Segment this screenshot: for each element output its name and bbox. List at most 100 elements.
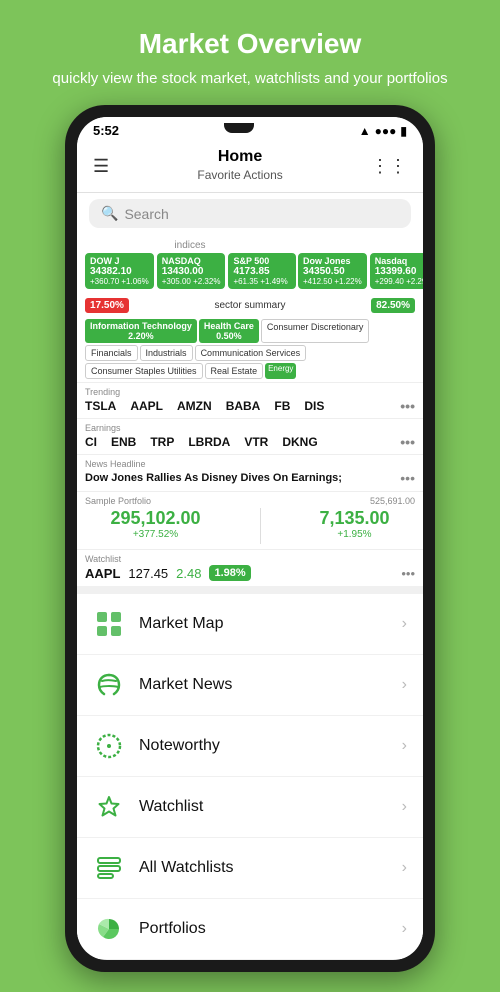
search-input[interactable]: 🔍 Search (89, 199, 411, 228)
news-more-dots[interactable]: ••• (400, 470, 415, 486)
trend-tsla[interactable]: TSLA (85, 399, 116, 413)
status-bar: 5:52 ▲ ●●● ▮ (77, 117, 423, 142)
chip-ind[interactable]: Industrials (140, 345, 193, 361)
menu-chevron-noteworthy: › (402, 737, 407, 755)
all-watchlists-icon (93, 852, 125, 884)
menu-item-market-map[interactable]: Market Map › (77, 594, 423, 654)
chip-fin[interactable]: Financials (85, 345, 138, 361)
battery-icon: ▮ (400, 124, 407, 138)
portfolio-val1: 295,102.00 +377.52% (110, 508, 200, 540)
chip-it-label: Information Technology (90, 321, 192, 331)
chip-energy[interactable]: Energy (265, 363, 296, 379)
chip-it[interactable]: Information Technology 2.20% (85, 319, 197, 343)
search-bar: 🔍 Search (77, 193, 423, 236)
chip-comm[interactable]: Communication Services (195, 345, 307, 361)
nav-right-icon[interactable]: ⋮⋮ (371, 156, 407, 177)
earn-dkng[interactable]: DKNG (282, 435, 317, 449)
fut-val-nasdaq: 13399.60 (375, 266, 423, 277)
chip-csu[interactable]: Consumer Staples Utilities (85, 363, 203, 379)
index-nasdaq[interactable]: NASDAQ 13430.00 +305.00 +2.32% (157, 253, 226, 289)
idx-chg-sp500: +61.35 +1.49% (233, 277, 291, 286)
trend-dis[interactable]: DIS (304, 399, 324, 413)
menu-item-portfolios[interactable]: Portfolios › (77, 899, 423, 959)
page-header: Market Overview quickly view the stock m… (32, 0, 467, 105)
port-sub2: +1.95% (337, 529, 371, 540)
earnings-row: CI ENB TRP LBRDA VTR DKNG ••• (85, 434, 415, 450)
trending-label: Trending (85, 387, 415, 397)
earn-lbrda[interactable]: LBRDA (188, 435, 230, 449)
earn-trp[interactable]: TRP (150, 435, 174, 449)
menu-chevron-portfolios: › (402, 920, 407, 938)
idx-name-sp500: S&P 500 (233, 256, 291, 266)
menu-item-all-watchlists[interactable]: All Watchlists › (77, 838, 423, 898)
idx-name-dow: DOW J (90, 256, 149, 266)
watchlist-icon (93, 791, 125, 823)
idx-val-dow: 34382.10 (90, 266, 149, 277)
menu-item-watchlist[interactable]: Watchlist › (77, 777, 423, 837)
future-nasdaq[interactable]: Nasdaq 13399.60 +299.40 +2.29% (370, 253, 423, 289)
watchlist-label: Watchlist (85, 554, 415, 564)
wl-more-dots[interactable]: ••• (401, 566, 415, 581)
menu-item-market-news[interactable]: Market News › (77, 655, 423, 715)
idx-chg-dow: +360.70 +1.06% (90, 277, 149, 286)
sector-bar: 17.50% sector summary 82.50% (77, 295, 423, 316)
indices-futures-row: indices DOW J 34382.10 +360.70 +1.06% NA… (85, 240, 415, 289)
indices-section: indices DOW J 34382.10 +360.70 +1.06% NA… (77, 236, 423, 295)
nav-left-icon[interactable]: ☰ (93, 156, 109, 177)
trend-aapl[interactable]: AAPL (130, 399, 163, 413)
earnings-label: Earnings (85, 423, 415, 433)
menu-label-portfolios: Portfolios (139, 920, 402, 938)
menu-section: Market Map › Market News › (77, 586, 423, 959)
earn-enb[interactable]: ENB (111, 435, 136, 449)
news-row: Dow Jones Rallies As Disney Dives On Ear… (85, 470, 415, 486)
wl-symbol[interactable]: AAPL (85, 566, 120, 581)
wl-change: 2.48 (176, 566, 201, 581)
status-time: 5:52 (93, 123, 119, 138)
earnings-more-dots[interactable]: ••• (400, 434, 415, 450)
market-map-icon (93, 608, 125, 640)
watchlist-section: Watchlist AAPL 127.45 2.48 1.98% ••• (77, 549, 423, 586)
chip-it-value: 2.20% (128, 331, 154, 341)
wl-pct-badge: 1.98% (209, 565, 250, 581)
nav-title: Home Favorite Actions (109, 148, 371, 184)
search-placeholder: Search (124, 206, 168, 222)
trend-amzn[interactable]: AMZN (177, 399, 212, 413)
future-dj[interactable]: Dow Jones 34350.50 +412.50 +1.22% (298, 253, 367, 289)
page-title: Market Overview (52, 28, 447, 60)
page-subtitle: quickly view the stock market, watchlist… (52, 68, 447, 89)
portfolio-header: Sample Portfolio 525,691.00 (85, 496, 415, 506)
fut-val-dj: 34350.50 (303, 266, 362, 277)
trend-fb[interactable]: FB (274, 399, 290, 413)
fut-chg-dj: +412.50 +1.22% (303, 277, 362, 286)
menu-label-watchlist: Watchlist (139, 798, 402, 816)
port-divider (260, 508, 261, 544)
menu-item-noteworthy[interactable]: Noteworthy › (77, 716, 423, 776)
trending-more-dots[interactable]: ••• (400, 398, 415, 414)
idx-chg-nasdaq: +305.00 +2.32% (162, 277, 221, 286)
menu-chevron-watchlist: › (402, 798, 407, 816)
earn-ci[interactable]: CI (85, 435, 97, 449)
chip-cd[interactable]: Consumer Discretionary (261, 319, 370, 343)
sector-chips: Information Technology 2.20% Health Care… (77, 316, 423, 382)
signal-icon: ●●● (375, 124, 397, 138)
market-news-icon (93, 669, 125, 701)
fut-chg-nasdaq: +299.40 +2.29% (375, 277, 423, 286)
menu-chevron-all-watchlists: › (402, 859, 407, 877)
index-sp500[interactable]: S&P 500 4173.85 +61.35 +1.49% (228, 253, 296, 289)
earn-vtr[interactable]: VTR (244, 435, 268, 449)
trending-section: Trending TSLA AAPL AMZN BABA FB DIS ••• (77, 382, 423, 418)
chip-hc[interactable]: Health Care 0.50% (199, 319, 259, 343)
trend-baba[interactable]: BABA (226, 399, 261, 413)
nav-bar: ☰ Home Favorite Actions ⋮⋮ (77, 142, 423, 193)
phone-screen: 5:52 ▲ ●●● ▮ ☰ Home Favorite Actions ⋮⋮ … (77, 117, 423, 960)
search-icon: 🔍 (101, 205, 118, 222)
index-dow[interactable]: DOW J 34382.10 +360.70 +1.06% (85, 253, 154, 289)
noteworthy-icon (93, 730, 125, 762)
chip-re[interactable]: Real Estate (205, 363, 264, 379)
portfolio-values: 295,102.00 +377.52% 7,135.00 +1.95% (85, 508, 415, 544)
status-icons: ▲ ●●● ▮ (359, 124, 407, 138)
sector-label: sector summary (135, 300, 365, 311)
news-text[interactable]: Dow Jones Rallies As Disney Dives On Ear… (85, 472, 342, 484)
portfolio-section: Sample Portfolio 525,691.00 295,102.00 +… (77, 491, 423, 549)
notch-area (224, 123, 254, 133)
